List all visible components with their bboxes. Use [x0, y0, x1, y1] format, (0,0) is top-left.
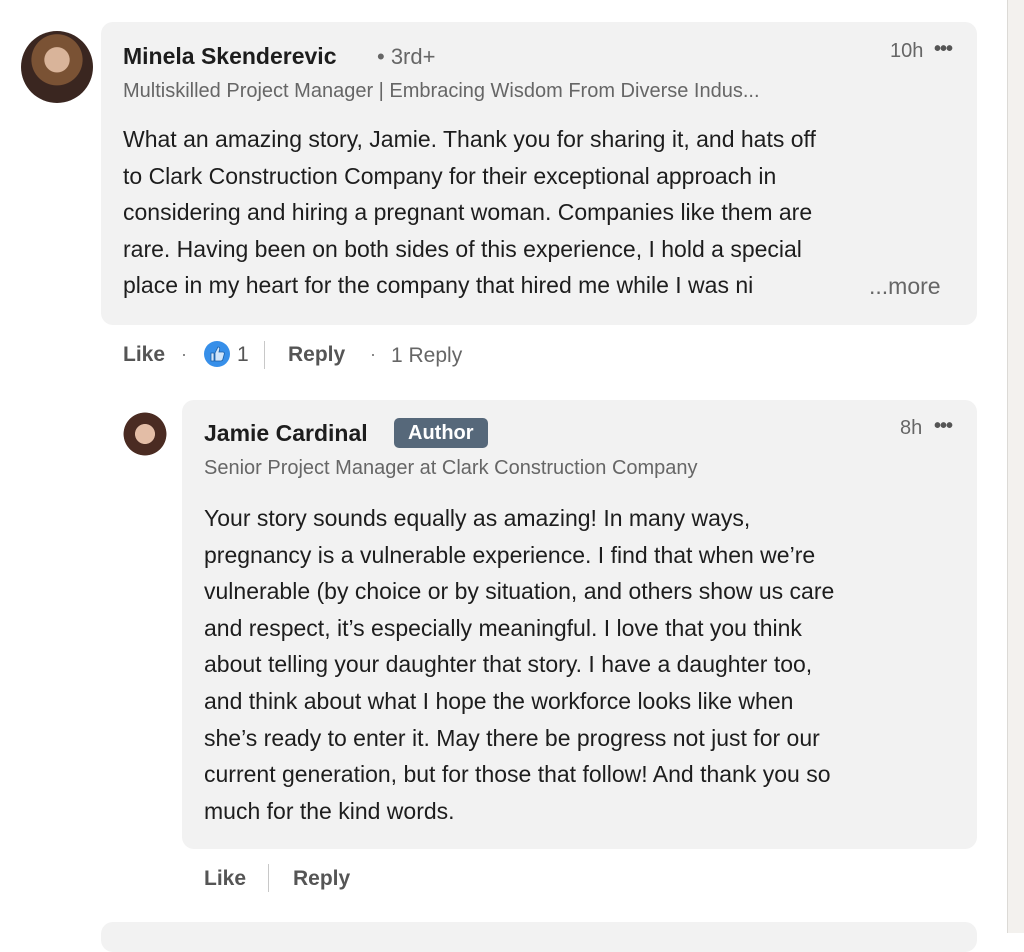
reply-line: much for the kind words. — [204, 797, 455, 824]
reply-button[interactable]: Reply — [288, 343, 345, 367]
reply-button[interactable]: Reply — [293, 867, 350, 891]
avatar-minela[interactable] — [21, 31, 93, 103]
reply-time: 8h — [900, 417, 923, 439]
comment-line: What an amazing story, Jamie. Thank you … — [123, 126, 816, 152]
action-divider — [268, 864, 269, 892]
reply-line: she’s ready to enter it. May there be pr… — [204, 724, 820, 751]
thumbs-up-icon[interactable] — [204, 341, 230, 367]
author-badge: Author — [394, 418, 488, 448]
comment-author-name[interactable]: Minela Skenderevic — [123, 43, 337, 70]
connection-degree: • 3rd+ — [377, 44, 436, 69]
comment-line: to Clark Construction Company for their … — [123, 162, 777, 189]
reply-line: current generation, but for those that f… — [204, 761, 831, 788]
separator-dot: · — [370, 344, 376, 364]
reply-author-name[interactable]: Jamie Cardinal — [204, 420, 368, 447]
author-headline: Multiskilled Project Manager | Embracing… — [123, 80, 760, 102]
more-horizontal-icon[interactable]: ••• — [934, 415, 953, 438]
next-comment-bubble — [101, 922, 977, 952]
like-button[interactable]: Like — [123, 343, 165, 367]
comment-line: rare. Having been on both sides of this … — [123, 235, 802, 262]
reaction-count[interactable]: 1 — [237, 343, 249, 367]
comment-line: considering and hiring a pregnant woman.… — [123, 199, 813, 226]
scrollbar[interactable] — [1007, 0, 1024, 933]
reply-line: and think about what I hope the workforc… — [204, 687, 794, 714]
reply-count-link[interactable]: 1 Reply — [391, 344, 462, 368]
more-horizontal-icon[interactable]: ••• — [934, 38, 953, 61]
author-headline: Senior Project Manager at Clark Construc… — [204, 457, 698, 479]
reply-line: Your story sounds equally as amazing! In… — [204, 505, 751, 531]
reply-text: Your story sounds equally as amazing! In… — [204, 500, 834, 829]
reply-line: and respect, it’s especially meaningful.… — [204, 614, 802, 641]
comment-text: What an amazing story, Jamie. Thank you … — [123, 121, 863, 304]
reply-line: vulnerable (by choice or by situation, a… — [204, 578, 835, 605]
avatar-jamie[interactable] — [121, 412, 169, 467]
like-button[interactable]: Like — [204, 867, 246, 891]
see-more-link[interactable]: ...more — [863, 268, 941, 304]
separator-dot: · — [181, 344, 187, 364]
action-divider — [264, 341, 265, 369]
comment-line: place in my heart for the company that h… — [123, 272, 754, 299]
reply-line: pregnancy is a vulnerable experience. I … — [204, 541, 816, 568]
reply-line: about telling your daughter that story. … — [204, 651, 813, 678]
comment-time: 10h — [890, 40, 924, 62]
